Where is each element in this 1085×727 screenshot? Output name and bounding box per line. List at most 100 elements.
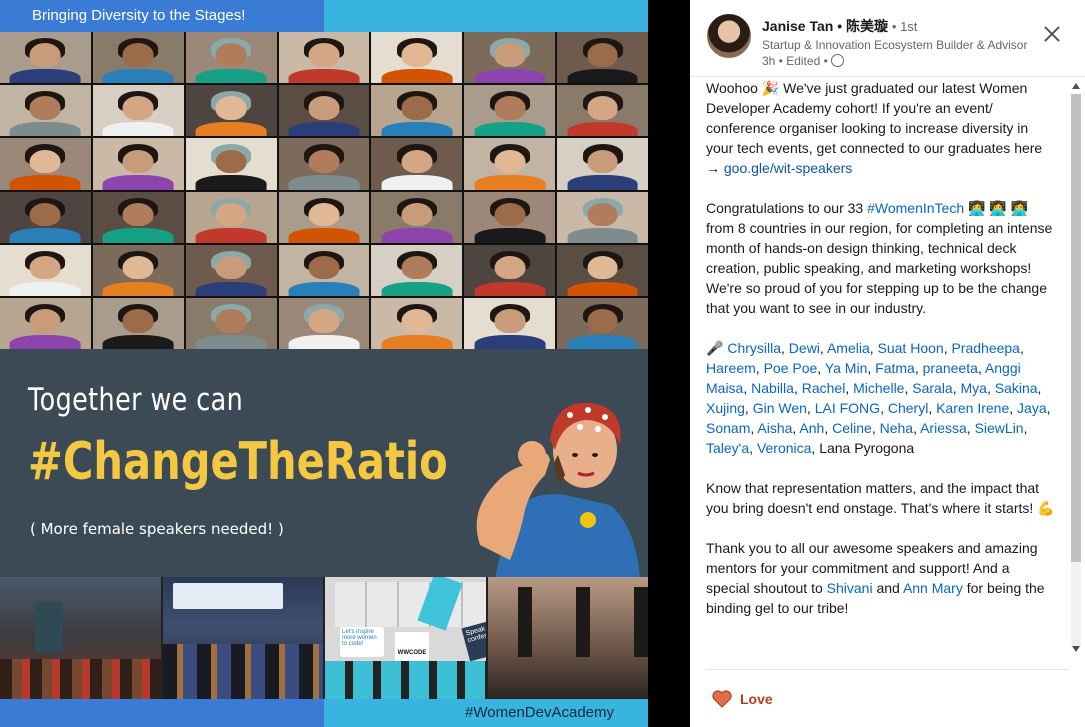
participant-tile [278, 32, 370, 84]
avatar[interactable] [707, 14, 751, 58]
participant-tile [278, 297, 370, 349]
participant-tile [185, 85, 277, 137]
paragraph-congrats: Congratulations to our 33 #WomenInTech 👩… [706, 200, 1053, 316]
participant-tile [185, 32, 277, 84]
mention-anh[interactable]: Anh [799, 420, 824, 436]
paragraph-representation: Know that representation matters, and th… [706, 480, 1055, 516]
mention-shivani[interactable]: Shivani [827, 580, 873, 596]
mention-nabilla[interactable]: Nabilla [751, 380, 794, 396]
mention-suat-hoon[interactable]: Suat Hoon [878, 340, 944, 356]
mention-hareem[interactable]: Hareem [706, 360, 756, 376]
paragraph-intro: Woohoo 🎉 We've just graduated our latest… [706, 80, 1043, 176]
mention-karen-irene[interactable]: Karen Irene [936, 400, 1009, 416]
banner-subtitle: ( More female speakers needed! ) [30, 520, 284, 538]
mention-ya-min[interactable]: Ya Min [825, 360, 868, 376]
participant-tile [0, 32, 91, 84]
mention-taley-a[interactable]: Taley'a [706, 440, 749, 456]
microphone-icon: 🎤 [706, 340, 728, 356]
post-image: Bringing Diversity to the Stages! Togeth… [0, 0, 648, 727]
mention-fatma[interactable]: Fatma [875, 360, 915, 376]
mention-ann-mary[interactable]: Ann Mary [903, 580, 963, 596]
mention-michelle[interactable]: Michelle [853, 380, 904, 396]
author-name[interactable]: Janise Tan • 陈美璇 • 1st [762, 16, 917, 36]
mention-celine[interactable]: Celine [832, 420, 872, 436]
participant-tile [278, 138, 370, 190]
mention-aisha[interactable]: Aisha [757, 420, 792, 436]
participant-tile [0, 138, 91, 190]
mention-veronica[interactable]: Veronica [757, 440, 811, 456]
mention-sarala[interactable]: Sarala [912, 380, 952, 396]
video-call-grid [0, 32, 648, 349]
participant-tile [464, 191, 556, 243]
participant-tile [371, 85, 463, 137]
participant-tile [464, 138, 556, 190]
mention-ariessa[interactable]: Ariessa [920, 420, 967, 436]
reactions-divider [706, 669, 1069, 670]
scroll-thumb[interactable] [1071, 94, 1081, 562]
love-label: Love [740, 691, 773, 707]
participant-tile [464, 32, 556, 84]
mention-sakina[interactable]: Sakina [995, 380, 1038, 396]
participant-tile [464, 244, 556, 296]
mention-chrysilla[interactable]: Chrysilla [727, 340, 781, 356]
participant-tile [185, 297, 277, 349]
connection-degree: • 1st [891, 19, 918, 34]
event-photo-4 [487, 577, 648, 699]
mention-rachel[interactable]: Rachel [802, 380, 846, 396]
participant-tile [371, 32, 463, 84]
event-photo-1 [0, 577, 161, 699]
post-time: 3h • Edited • [762, 54, 828, 68]
participant-tile [92, 191, 184, 243]
participant-tile [0, 244, 91, 296]
participant-tile [278, 244, 370, 296]
author-headline: Startup & Innovation Ecosystem Builder &… [762, 38, 1028, 52]
participant-tile [557, 138, 648, 190]
participant-tile [557, 85, 648, 137]
participant-tile [371, 191, 463, 243]
mention-lai-fong[interactable]: LAI FONG [815, 400, 880, 416]
mention-xujing[interactable]: Xujing [706, 400, 745, 416]
mention-amelia[interactable]: Amelia [827, 340, 870, 356]
rosie-riveter-illustration [476, 402, 640, 577]
scroll-up-icon[interactable] [1072, 83, 1080, 89]
participant-tile [464, 297, 556, 349]
paragraph-names: 🎤 Chrysilla, Dewi, Amelia, Suat Hoon, Pr… [706, 340, 1051, 456]
header-divider [690, 76, 1085, 77]
mention-pradheepa[interactable]: Pradheepa [951, 340, 1020, 356]
post-body: Woohoo 🎉 We've just graduated our latest… [706, 78, 1056, 638]
banner-title: Together we can [28, 382, 244, 418]
participant-tile [557, 297, 648, 349]
participant-tile [185, 138, 277, 190]
mention-cheryl[interactable]: Cheryl [888, 400, 928, 416]
mention-mya[interactable]: Mya [961, 380, 987, 396]
participant-tile [0, 85, 91, 137]
mention-jaya[interactable]: Jaya [1017, 400, 1047, 416]
post-scrollbar[interactable] [1069, 80, 1083, 660]
mention-neha[interactable]: Neha [880, 420, 913, 436]
event-photo-2 [162, 577, 323, 699]
participant-tile [464, 85, 556, 137]
event-photos-strip: Let's inspire more women to code! WWCODE… [0, 577, 648, 699]
event-photo-3: Let's inspire more women to code! WWCODE… [325, 577, 486, 699]
participant-tile [185, 191, 277, 243]
participant-tile [278, 85, 370, 137]
participant-tile [92, 32, 184, 84]
scroll-down-icon[interactable] [1072, 646, 1080, 652]
mention-praneeta[interactable]: praneeta [923, 360, 978, 376]
speakers-link[interactable]: goo.gle/wit-speakers [724, 160, 852, 176]
hashtag-womenintech[interactable]: #WomenInTech [867, 200, 964, 216]
top-banner: Bringing Diversity to the Stages! [0, 0, 648, 32]
love-reaction-button[interactable]: Love [712, 690, 773, 708]
close-button[interactable] [1038, 20, 1066, 48]
participant-tile [371, 138, 463, 190]
participant-tile [0, 297, 91, 349]
mention-dewi[interactable]: Dewi [789, 340, 820, 356]
mention-poe-poe[interactable]: Poe Poe [764, 360, 818, 376]
participant-tile [92, 297, 184, 349]
participant-tile [557, 244, 648, 296]
sign-inspire: Let's inspire more women to code! [340, 627, 384, 657]
mention-sonam[interactable]: Sonam [706, 420, 750, 436]
mention-gin-wen[interactable]: Gin Wen [753, 400, 807, 416]
mention-siewlin[interactable]: SiewLin [975, 420, 1024, 436]
participant-tile [278, 191, 370, 243]
